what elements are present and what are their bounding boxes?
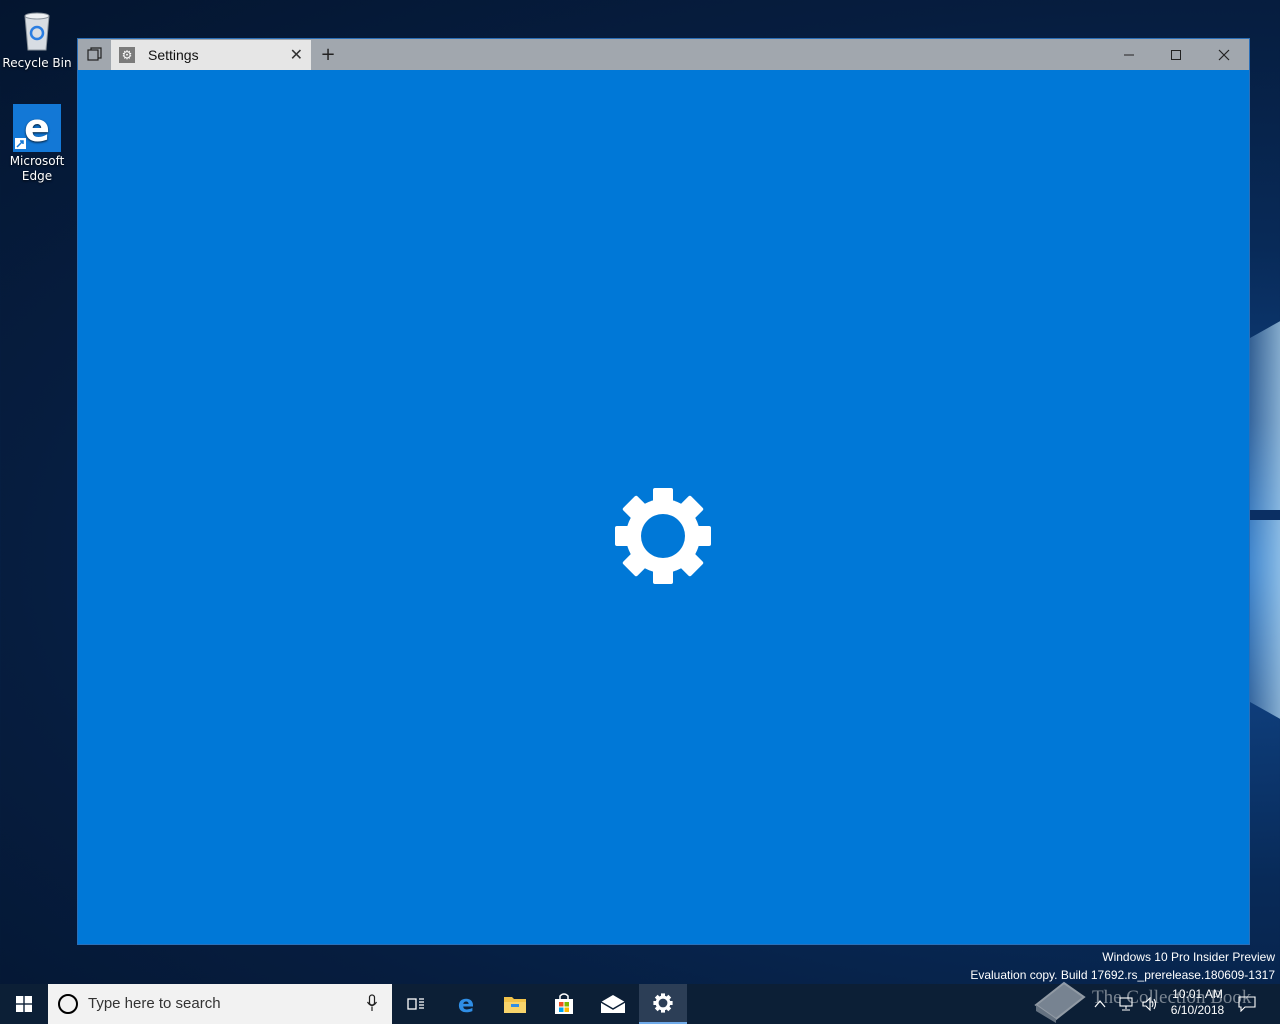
recycle-bin-icon — [13, 6, 61, 54]
settings-splash — [78, 70, 1249, 944]
taskbar-settings-button[interactable] — [639, 984, 687, 1024]
overlay-watermark-text: The Collection Book — [1092, 987, 1252, 1008]
maximize-button[interactable] — [1153, 39, 1199, 70]
desktop-icon-label: Recycle Bin — [2, 56, 72, 70]
microphone-icon[interactable] — [366, 994, 378, 1012]
settings-icon — [653, 993, 673, 1013]
svg-text:e: e — [458, 992, 474, 1016]
minimize-button[interactable] — [1106, 39, 1152, 70]
close-button[interactable] — [1201, 39, 1247, 70]
new-tab-button[interactable]: + — [316, 39, 340, 70]
desktop-icon-recycle-bin[interactable]: Recycle Bin — [0, 6, 74, 71]
gear-icon — [615, 488, 711, 584]
tab-settings[interactable]: ⚙ Settings ✕ — [111, 40, 311, 70]
task-view-button[interactable] — [392, 984, 440, 1024]
taskbar-file-explorer-button[interactable] — [491, 984, 539, 1024]
edge-icon: e — [13, 104, 61, 152]
build-watermark-line1: Windows 10 Pro Insider Preview — [1102, 950, 1275, 964]
tab-close-icon[interactable]: ✕ — [290, 45, 303, 64]
tab-switcher-button[interactable] — [80, 39, 110, 70]
windows-start-icon — [16, 996, 32, 1012]
settings-window: ⚙ Settings ✕ + — [78, 39, 1249, 944]
tab-title: Settings — [148, 47, 199, 63]
search-placeholder: Type here to search — [88, 995, 221, 1012]
title-bar[interactable]: ⚙ Settings ✕ + — [78, 39, 1249, 70]
maximize-icon — [1171, 49, 1181, 60]
cortana-icon — [58, 994, 78, 1014]
desktop-icon-label: Microsoft Edge — [9, 154, 65, 183]
search-box[interactable]: Type here to search — [48, 984, 392, 1024]
book-logo-icon — [1034, 981, 1086, 1023]
mail-icon — [600, 995, 626, 1013]
task-view-icon — [407, 998, 424, 1010]
close-icon — [1218, 49, 1230, 60]
start-button[interactable] — [0, 984, 48, 1024]
taskbar-mail-button[interactable] — [589, 984, 637, 1024]
taskbar-edge-button[interactable]: e — [442, 984, 490, 1024]
build-watermark-line2: Evaluation copy. Build 17692.rs_prerelea… — [970, 968, 1275, 982]
gear-icon: ⚙ — [119, 47, 135, 63]
tabs-icon — [87, 46, 102, 61]
taskbar-store-button[interactable] — [540, 984, 588, 1024]
minimize-icon — [1124, 54, 1134, 55]
svg-text:e: e — [24, 106, 50, 150]
store-icon — [555, 993, 573, 1014]
desktop-icon-microsoft-edge[interactable]: e Microsoft Edge — [0, 104, 74, 184]
edge-icon: e — [458, 992, 474, 1016]
file-explorer-icon — [504, 997, 526, 1013]
